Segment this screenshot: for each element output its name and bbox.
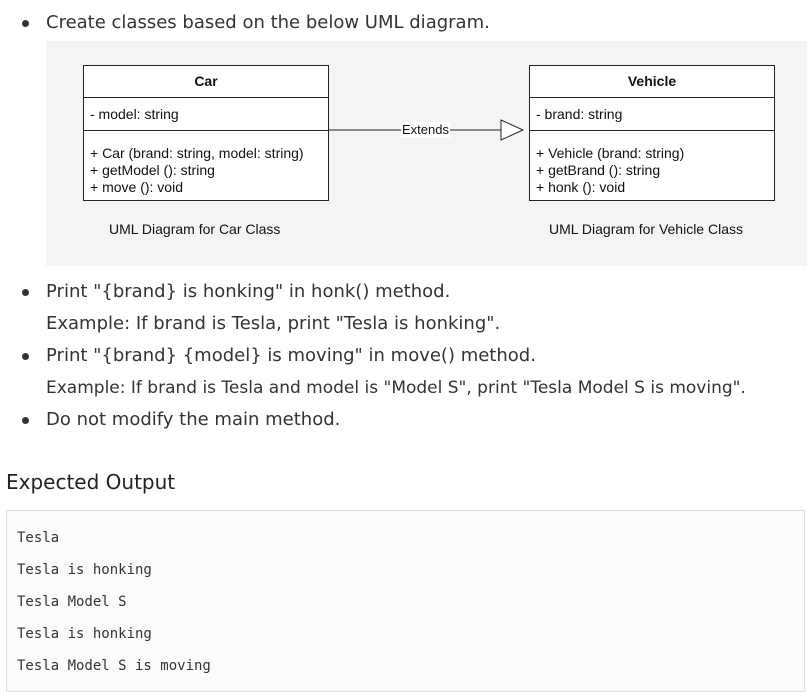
uml-caption-vehicle: UML Diagram for Vehicle Class	[549, 221, 743, 237]
bullet-example: Example: If brand is Tesla and model is …	[46, 378, 746, 398]
bullet-dot	[22, 353, 29, 360]
bullet-text: Create classes based on the below UML di…	[46, 12, 490, 33]
uml-operations: + Car (brand: string, model: string) + g…	[84, 131, 328, 196]
uml-class-name: Vehicle	[530, 66, 774, 98]
uml-caption-car: UML Diagram for Car Class	[109, 221, 281, 237]
bullet-dot	[22, 20, 29, 27]
uml-operation: + move (): void	[90, 179, 183, 195]
bullet-text: Print "{brand} {model} is moving" in mov…	[46, 345, 536, 366]
output-line: Tesla Model S is moving	[17, 658, 211, 674]
uml-class-vehicle: Vehicle - brand: string + Vehicle (brand…	[529, 65, 775, 201]
uml-operation: + getModel (): string	[90, 162, 215, 178]
uml-class-car: Car - model: string + Car (brand: string…	[83, 65, 329, 201]
output-box: Tesla Tesla is honking Tesla Model S Tes…	[6, 510, 805, 692]
bullet-example: Example: If brand is Tesla, print "Tesla…	[46, 313, 501, 334]
uml-attribute: - model: string	[84, 98, 328, 131]
uml-operation: + Vehicle (brand: string)	[536, 145, 685, 161]
output-line: Tesla	[17, 530, 60, 546]
uml-operation: + Car (brand: string, model: string)	[90, 145, 304, 161]
relation-label: Extends	[401, 122, 450, 138]
uml-class-name: Car	[84, 66, 328, 98]
uml-diagram: Car - model: string + Car (brand: string…	[46, 41, 807, 266]
bullet-text: Do not modify the main method.	[46, 409, 341, 430]
uml-operation: + honk (): void	[536, 179, 626, 195]
output-line: Tesla Model S	[17, 594, 127, 610]
output-line: Tesla is honking	[17, 562, 152, 578]
uml-operations: + Vehicle (brand: string) + getBrand ():…	[530, 131, 774, 196]
section-title: Expected Output	[6, 470, 176, 494]
output-line: Tesla is honking	[17, 626, 152, 642]
bullet-dot	[22, 289, 29, 296]
bullet-dot	[22, 417, 29, 424]
bullet-text: Print "{brand} is honking" in honk() met…	[46, 281, 451, 302]
uml-operation: + getBrand (): string	[536, 162, 661, 178]
uml-attribute: - brand: string	[530, 98, 774, 131]
